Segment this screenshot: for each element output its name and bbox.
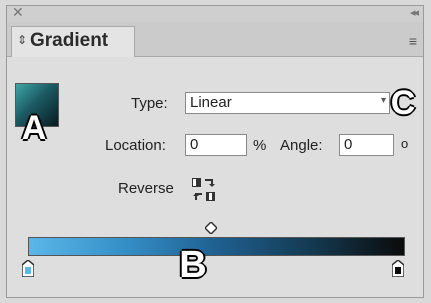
location-unit: % [253,137,267,154]
panel-titlebar: ✕ ◂◂ [7,4,423,23]
reverse-gradient-icon[interactable] [190,176,218,204]
tab-label: Gradient [30,30,109,51]
color-stop-start[interactable] [22,260,34,277]
type-label: Type: [131,95,168,112]
tab-gradient[interactable]: ⇕ Gradient [11,26,135,57]
type-select[interactable]: Linear ▾ [185,92,390,114]
callout-a: A [21,108,47,147]
callout-b: B [179,243,207,286]
angle-label: Angle: [280,137,323,154]
tab-strip: ⇕ Gradient ≡ [7,22,423,57]
angle-input[interactable]: 0 [339,134,394,156]
gradient-slider[interactable] [28,237,405,256]
collapse-icon[interactable]: ◂◂ [410,6,419,19]
angle-unit: o [401,136,409,151]
color-stop-end[interactable] [392,260,404,277]
callout-c: C [390,83,416,122]
type-select-value: Linear [190,94,232,111]
midpoint-diamond-icon[interactable] [205,222,217,234]
start-stop-swatch [25,267,31,274]
close-icon[interactable]: ✕ [12,4,24,21]
location-label: Location: [105,137,166,154]
reverse-label: Reverse [118,180,174,197]
end-stop-swatch [395,267,401,274]
location-input[interactable]: 0 [185,134,247,156]
panel-menu-icon[interactable]: ≡ [409,33,417,49]
tab-arrows-icon: ⇕ [17,33,28,47]
